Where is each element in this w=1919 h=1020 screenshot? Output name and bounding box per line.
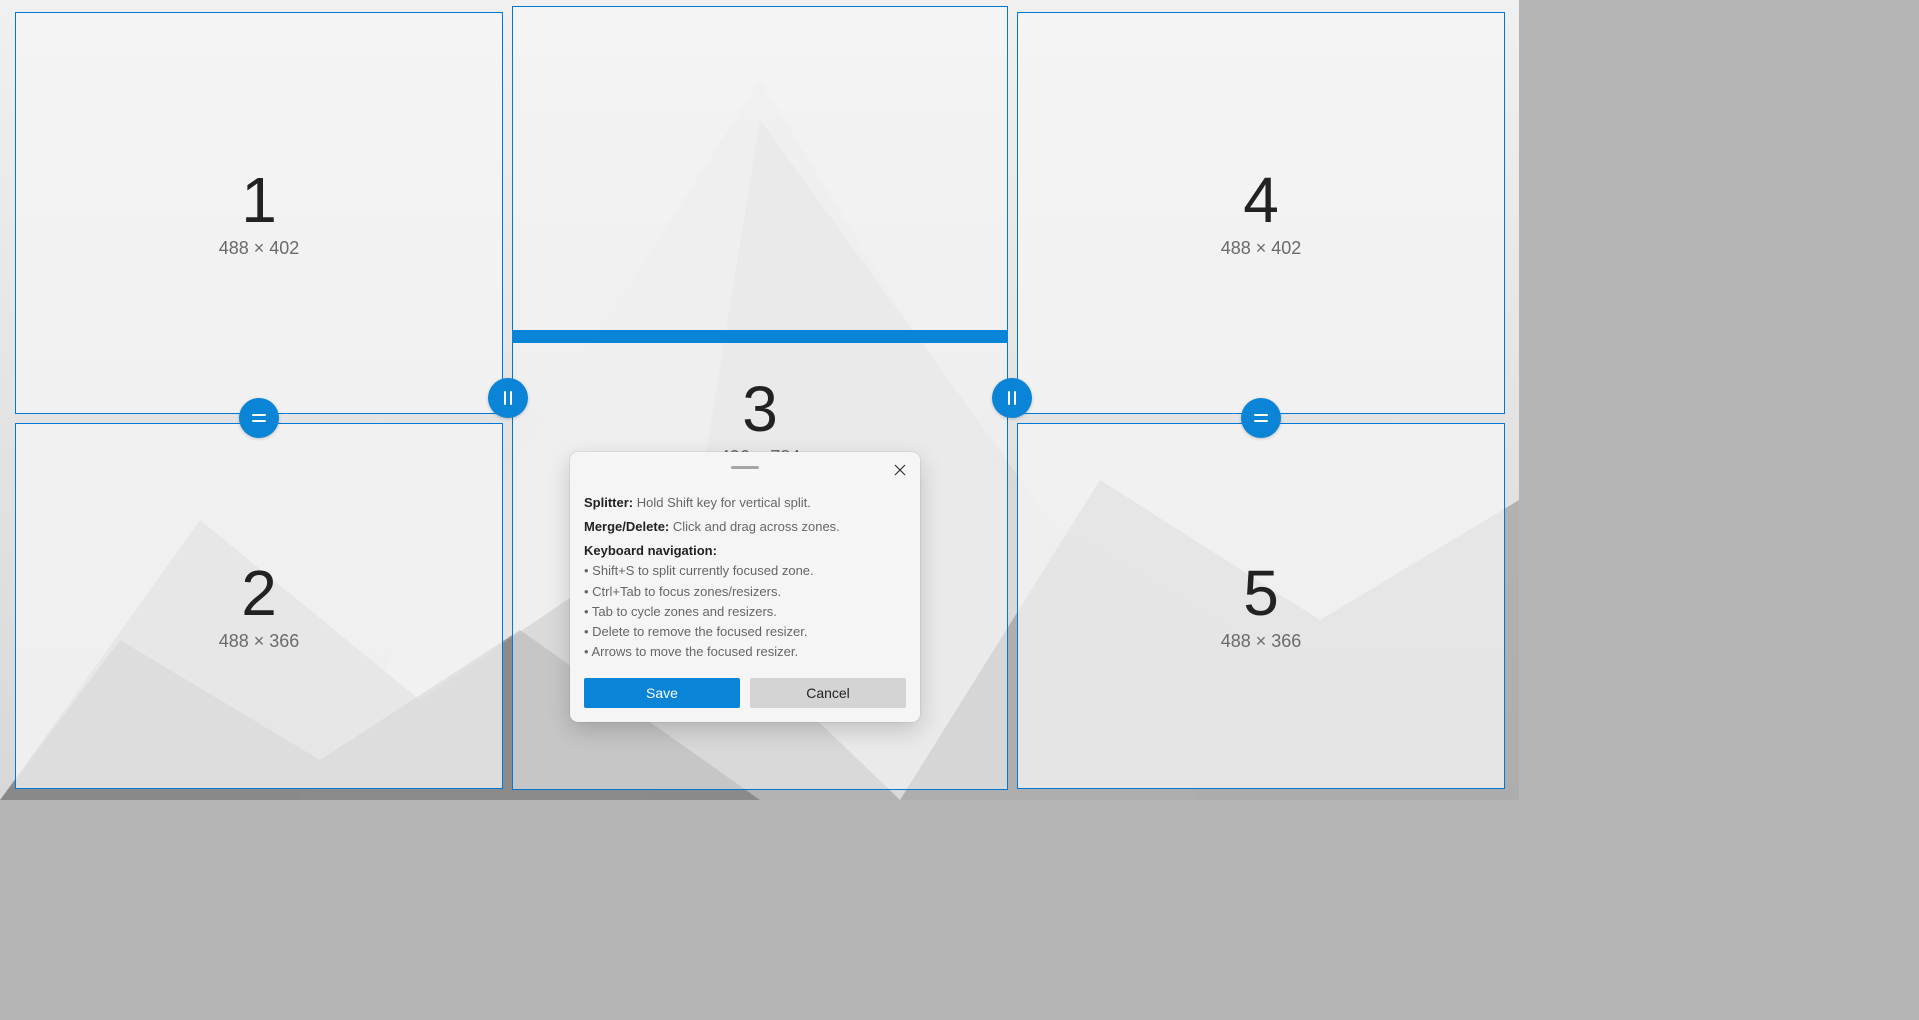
grip-vertical-icon [504, 391, 512, 405]
nav-item: • Delete to remove the focused resizer. [584, 622, 906, 642]
help-tooltip[interactable]: Splitter: Hold Shift key for vertical sp… [570, 452, 920, 722]
close-icon [894, 464, 906, 476]
zone-5[interactable]: 5 488 × 366 [1017, 423, 1505, 789]
nav-item: • Shift+S to split currently focused zon… [584, 561, 906, 581]
zone-dimensions: 488 × 402 [1221, 238, 1302, 259]
zone-dimensions: 488 × 366 [219, 631, 300, 652]
nav-item: • Tab to cycle zones and resizers. [584, 602, 906, 622]
splitter-text: Hold Shift key for vertical split. [637, 495, 811, 510]
merge-label: Merge/Delete: [584, 519, 669, 534]
zone-number: 2 [241, 561, 277, 625]
zone-1[interactable]: 1 488 × 402 [15, 12, 503, 414]
save-button[interactable]: Save [584, 678, 740, 708]
tooltip-body: Splitter: Hold Shift key for vertical sp… [584, 473, 906, 668]
zone-number: 1 [241, 168, 277, 232]
grip-horizontal-icon [252, 414, 266, 422]
grip-vertical-icon [1008, 391, 1016, 405]
nav-item: • Ctrl+Tab to focus zones/resizers. [584, 582, 906, 602]
resizer-horizontal-right[interactable] [1241, 398, 1281, 438]
close-button[interactable] [890, 460, 910, 480]
zone-number: 4 [1243, 168, 1279, 232]
splitter-label: Splitter: [584, 495, 633, 510]
zone-number: 3 [742, 377, 778, 441]
resizer-vertical-left[interactable] [488, 378, 528, 418]
cancel-button[interactable]: Cancel [750, 678, 906, 708]
nav-item: • Arrows to move the focused resizer. [584, 642, 906, 662]
merge-text: Click and drag across zones. [673, 519, 840, 534]
zone-dimensions: 488 × 402 [219, 238, 300, 259]
nav-label: Keyboard navigation: [584, 543, 717, 558]
zone-number: 5 [1243, 561, 1279, 625]
tooltip-drag-handle[interactable] [584, 466, 906, 469]
zone-dimensions: 488 × 366 [1221, 631, 1302, 652]
grip-horizontal-icon [1254, 414, 1268, 422]
zone-4[interactable]: 4 488 × 402 [1017, 12, 1505, 414]
zone-2[interactable]: 2 488 × 366 [15, 423, 503, 789]
zone-splitter-bar[interactable] [512, 330, 1008, 343]
resizer-vertical-right[interactable] [992, 378, 1032, 418]
resizer-horizontal-left[interactable] [239, 398, 279, 438]
